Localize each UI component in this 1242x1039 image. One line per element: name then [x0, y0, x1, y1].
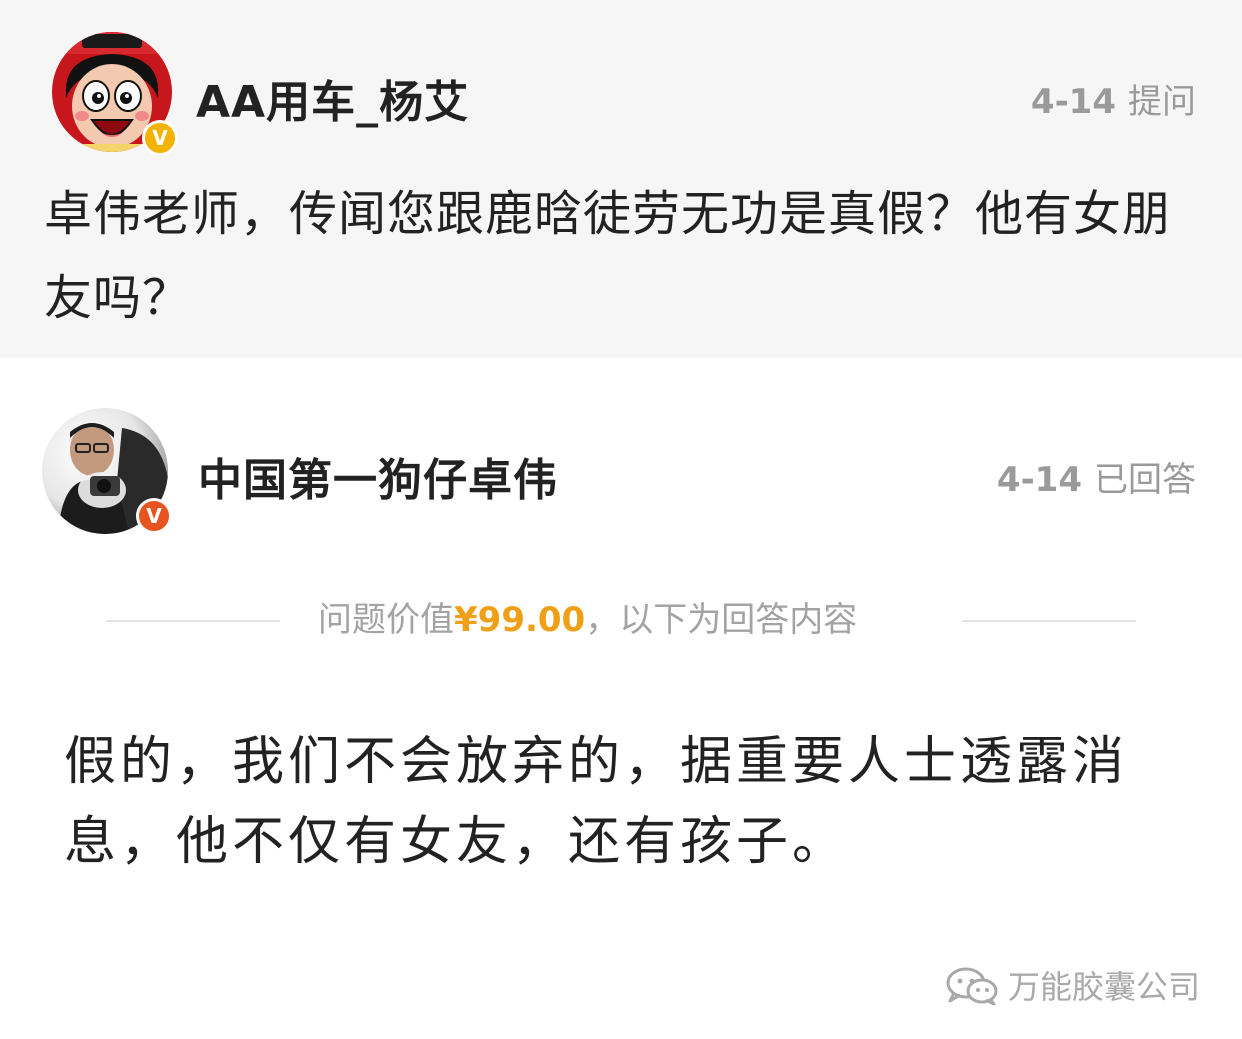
price-suffix: ，以下为回答内容 — [585, 600, 858, 640]
answerer-name[interactable]: 中国第一狗仔卓伟 — [198, 444, 558, 508]
watermark: 万能胶囊公司 — [944, 960, 1200, 1010]
answer-meta: 4-14 已回答 — [997, 452, 1196, 501]
answer-status: 已回答 — [1094, 460, 1196, 500]
asker-avatar[interactable]: V — [52, 32, 178, 156]
asker-name[interactable]: AA用车_杨艾 — [196, 66, 469, 130]
answer-text: 假的，我们不会放弃的，据重要人士透露消息，他不仅有女友，还有孩子。 — [64, 732, 1129, 872]
watermark-text: 万能胶囊公司 — [1007, 968, 1200, 1006]
price-divider-text: 问题价值¥99.00，以下为回答内容 — [318, 596, 857, 644]
verified-badge-letter: V — [146, 504, 162, 528]
wechat-icon — [946, 967, 998, 1005]
question-date: 4-14 — [1030, 82, 1116, 122]
price-label: 问题价值 — [318, 600, 454, 640]
divider-line-right — [962, 620, 1136, 622]
answerer-avatar[interactable]: V — [42, 408, 172, 534]
question-card: V AA用车_杨艾 4-14 提问 卓伟老师，传闻您跟鹿晗徒劳无功是真假？他有女朋… — [0, 0, 1242, 358]
verified-badge-letter: V — [152, 126, 168, 150]
question-meta: 4-14 提问 — [1031, 74, 1196, 123]
question-text: 卓伟老师，传闻您跟鹿晗徒劳无功是真假？他有女朋友吗？ — [44, 186, 1172, 326]
verified-badge: V — [136, 498, 172, 534]
verified-badge: V — [142, 120, 178, 156]
question-price: ¥99.00 — [454, 600, 586, 640]
divider-line-left — [106, 620, 280, 622]
price-divider: 问题价值¥99.00，以下为回答内容 — [106, 596, 1136, 644]
answer-date: 4-14 — [996, 460, 1082, 500]
question-status: 提问 — [1128, 82, 1196, 122]
